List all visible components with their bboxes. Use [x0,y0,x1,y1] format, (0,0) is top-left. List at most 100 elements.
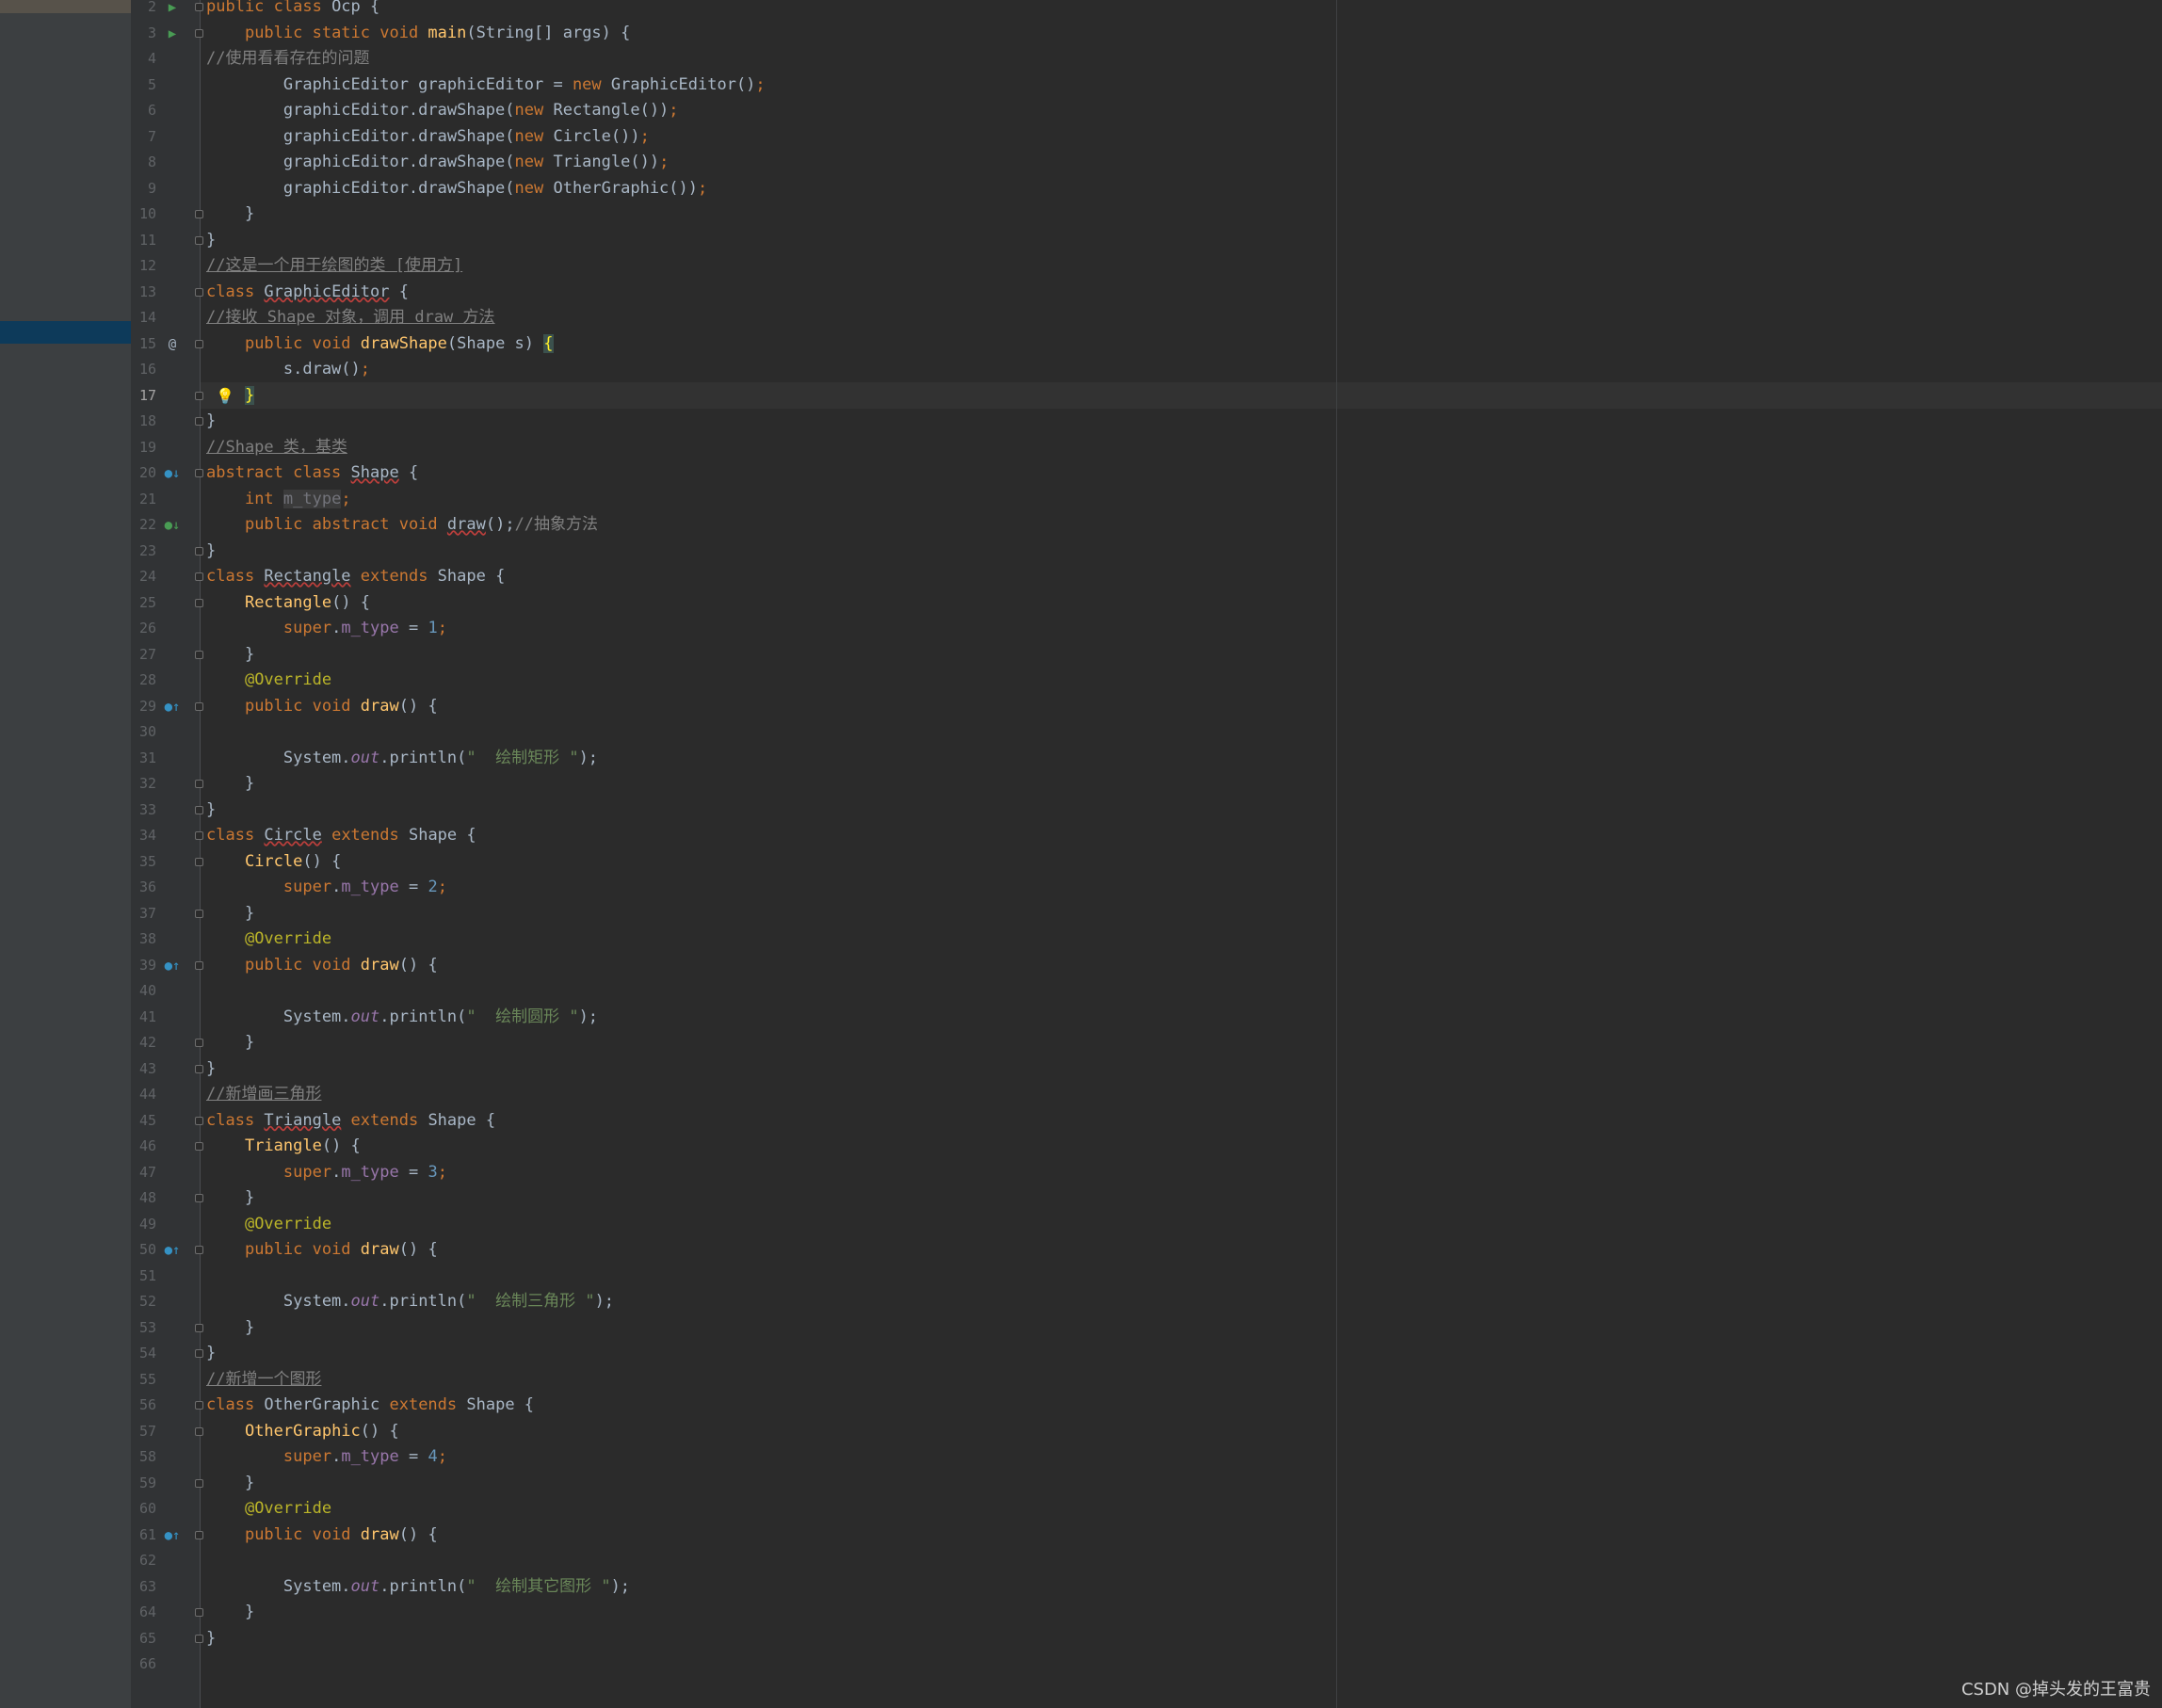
code-text[interactable]: class Rectangle extends Shape { [206,564,505,590]
code-line[interactable]: 42 } [0,1030,2162,1056]
code-line[interactable]: 43} [0,1056,2162,1083]
code-text[interactable]: } [206,1471,254,1497]
fold-marker-icon[interactable] [195,339,203,348]
code-line[interactable]: 16 s.draw(); [0,357,2162,383]
code-text[interactable]: abstract class Shape { [206,460,418,487]
fold-marker-icon[interactable] [195,572,203,581]
fold-marker-icon[interactable] [195,1530,203,1539]
code-text[interactable]: System.out.println(" 绘制圆形 "); [206,1005,607,1031]
code-line[interactable]: 33} [0,798,2162,824]
code-line[interactable]: 8 graphicEditor.drawShape(new Triangle()… [0,150,2162,176]
fold-marker-icon[interactable] [195,1608,203,1617]
code-text[interactable]: super.m_type = 1; [206,616,447,642]
code-text[interactable]: class OtherGraphic extends Shape { [206,1393,534,1419]
code-line[interactable]: 61 ●↑ public void draw() { [0,1523,2162,1549]
code-text[interactable]: //新增一个图形 [206,1367,321,1394]
code-line[interactable]: 40 [0,978,2162,1005]
implemented-by-icon[interactable]: ●↓ [164,465,181,482]
code-line[interactable]: 14 //接收 Shape 对象，调用 draw 方法 [0,305,2162,331]
code-text[interactable]: class Circle extends Shape { [206,823,476,849]
code-text[interactable]: //新增画三角形 [206,1082,321,1108]
code-line[interactable]: 45 class Triangle extends Shape { [0,1108,2162,1135]
code-text[interactable]: class Triangle extends Shape { [206,1108,495,1135]
code-line[interactable]: 56 class OtherGraphic extends Shape { [0,1393,2162,1419]
code-line[interactable]: 47 super.m_type = 3; [0,1160,2162,1186]
fold-marker-icon[interactable] [195,831,203,840]
code-line[interactable]: 32 } [0,771,2162,798]
code-line[interactable]: 25 Rectangle() { [0,590,2162,617]
fold-marker-icon[interactable] [195,1142,203,1151]
code-text[interactable]: Triangle() { [206,1134,361,1160]
fold-marker-icon[interactable] [195,417,203,426]
code-text[interactable]: } [206,1315,254,1342]
fold-marker-icon[interactable] [195,210,203,218]
code-text[interactable]: //这是一个用于绘图的类 [使用方] [206,253,462,280]
fold-marker-icon[interactable] [195,1426,203,1436]
code-line[interactable]: 2 ▶ public class Ocp { [0,0,2162,21]
code-text[interactable]: } [206,642,254,669]
code-line[interactable]: 55 //新增一个图形 [0,1367,2162,1394]
code-text[interactable]: } [206,1626,216,1652]
code-line[interactable]: 11} [0,228,2162,254]
implemented-by-icon[interactable]: ●↓ [164,517,181,534]
code-text[interactable]: super.m_type = 2; [206,875,447,901]
code-line[interactable]: 21 int m_type; [0,487,2162,513]
overrides-method-icon[interactable]: ●↑ [164,699,181,716]
code-line[interactable]: 50 ●↑ public void draw() { [0,1237,2162,1264]
code-text[interactable]: } [206,798,216,824]
code-line[interactable]: 58 super.m_type = 4; [0,1444,2162,1471]
code-text[interactable]: graphicEditor.drawShape(new OtherGraphic… [206,176,707,202]
code-text[interactable]: super.m_type = 3; [206,1160,447,1186]
code-line[interactable]: 49 @Override [0,1212,2162,1238]
code-line[interactable]: 63 System.out.println(" 绘制其它图形 "); [0,1574,2162,1601]
code-line[interactable]: 27 } [0,642,2162,669]
fold-marker-icon[interactable] [195,780,203,788]
code-line[interactable]: 35 Circle() { [0,849,2162,876]
code-line[interactable]: 31 System.out.println(" 绘制矩形 "); [0,746,2162,772]
code-line[interactable]: 37 } [0,901,2162,927]
code-line[interactable]: 15 @ public void drawShape(Shape s) { [0,331,2162,358]
code-text[interactable]: @Override [206,668,331,694]
code-text[interactable]: } [206,771,254,798]
code-text[interactable]: System.out.println(" 绘制其它图形 "); [206,1574,639,1601]
fold-marker-icon[interactable] [195,1349,203,1358]
code-text[interactable]: } [206,228,216,254]
code-line[interactable]: 20 ●↓ abstract class Shape { [0,460,2162,487]
code-text[interactable]: graphicEditor.drawShape(new Triangle()); [206,150,669,176]
fold-marker-icon[interactable] [195,1064,203,1073]
code-line[interactable]: 10 } [0,201,2162,228]
code-text[interactable]: GraphicEditor graphicEditor = new Graphi… [206,73,766,99]
code-line[interactable]: 64 } [0,1600,2162,1626]
code-line[interactable]: 12 //这是一个用于绘图的类 [使用方] [0,253,2162,280]
fold-marker-icon[interactable] [195,28,203,38]
code-text[interactable]: graphicEditor.drawShape(new Circle()); [206,124,650,151]
code-text[interactable]: @Override [206,1212,331,1238]
code-text[interactable]: public class Ocp { [206,0,379,21]
code-text[interactable]: } [206,1341,216,1367]
code-text[interactable]: //接收 Shape 对象，调用 draw 方法 [206,305,495,331]
code-line[interactable]: 65} [0,1626,2162,1652]
code-text[interactable]: public void draw() { [206,1523,438,1549]
code-text[interactable]: } [206,409,216,435]
code-line[interactable]: 22 ●↓ public abstract void draw();//抽象方法 [0,512,2162,539]
fold-marker-icon[interactable] [195,909,203,918]
run-icon[interactable]: ▶ [164,25,181,42]
code-line[interactable]: 3 ▶ public static void main(String[] args… [0,21,2162,47]
code-text[interactable]: public void drawShape(Shape s) { [206,331,554,358]
code-line[interactable]: 44 //新增画三角形 [0,1082,2162,1108]
code-line[interactable]: 54} [0,1341,2162,1367]
fold-marker-icon[interactable] [195,287,203,297]
code-text[interactable]: } [206,1600,254,1626]
code-line[interactable]: 30 [0,719,2162,746]
fold-marker-icon[interactable] [195,1478,203,1488]
code-text[interactable]: @Override [206,1496,331,1523]
code-text[interactable]: } [206,539,216,565]
code-line[interactable]: 62 [0,1548,2162,1574]
code-text[interactable]: } [206,383,255,410]
code-editor[interactable]: 2 ▶ public class Ocp {3 ▶ public static voi… [0,0,2162,1678]
code-text[interactable]: //使用看看存在的问题 [206,46,369,73]
fold-marker-icon[interactable] [195,805,203,814]
code-text[interactable]: super.m_type = 4; [206,1444,447,1471]
overrides-method-icon[interactable]: ●↑ [164,1242,181,1259]
code-line[interactable]: 19 //Shape 类，基类 [0,435,2162,461]
